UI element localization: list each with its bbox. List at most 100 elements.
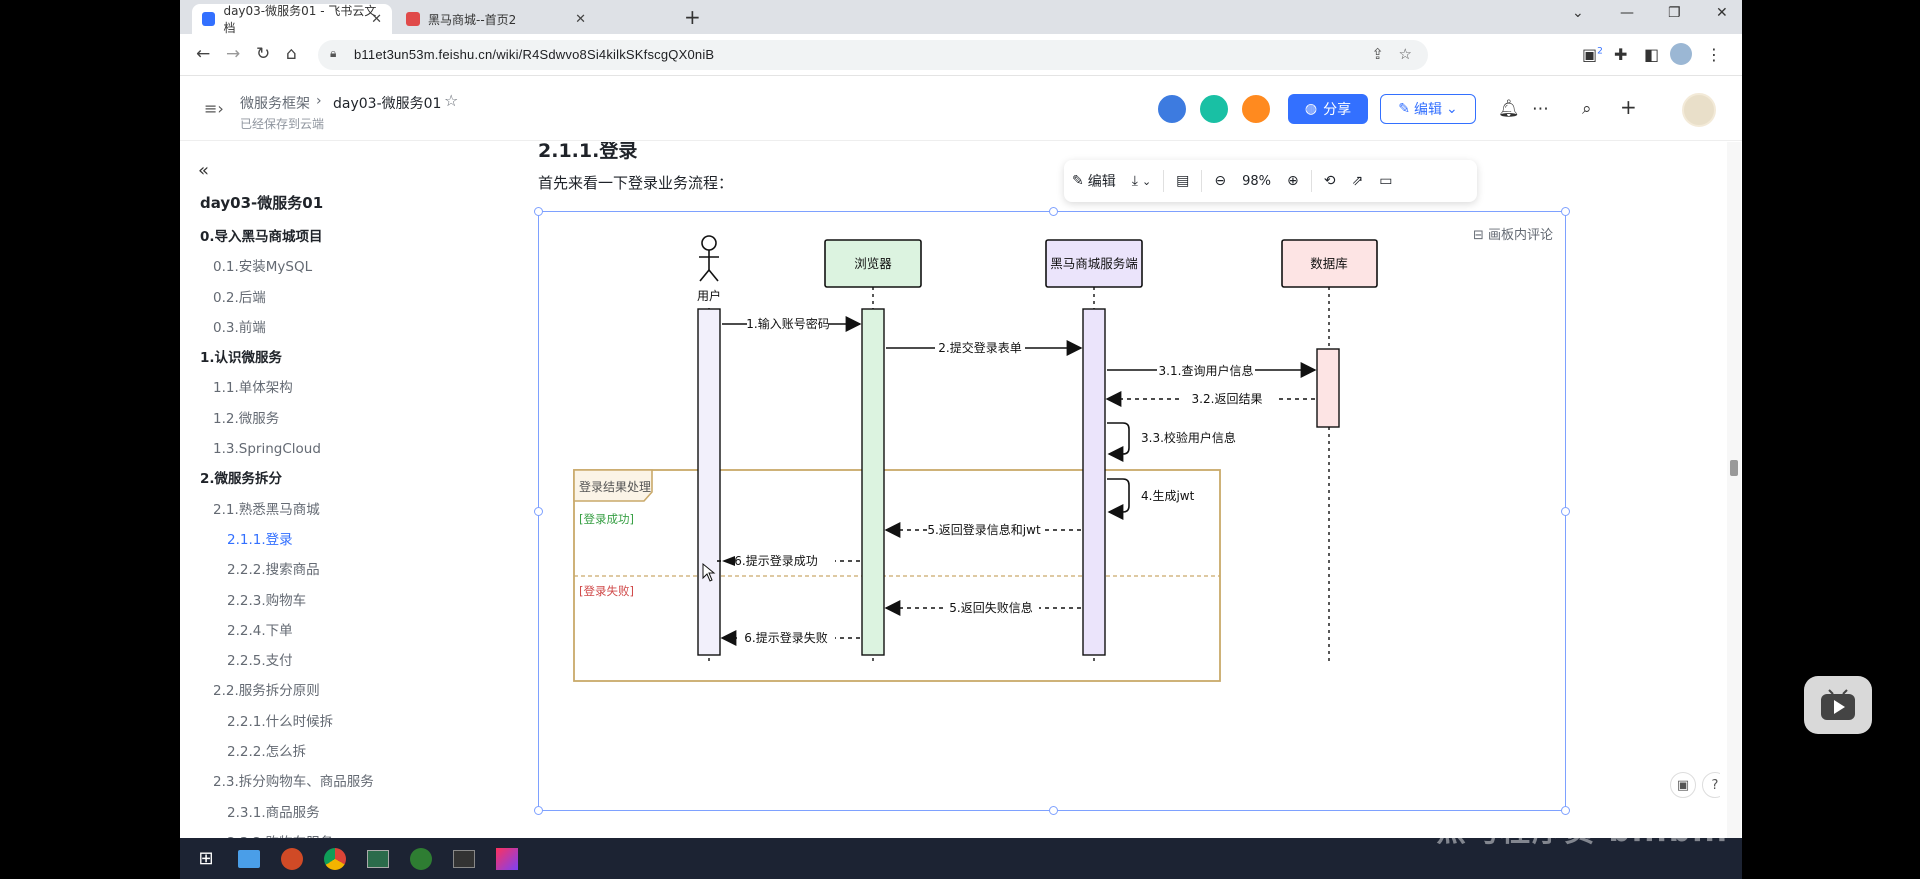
file-explorer-icon[interactable] [232, 844, 266, 874]
chevron-down-icon[interactable]: ⌄ [1572, 5, 1584, 21]
collapse-sidebar-icon[interactable]: « [198, 160, 209, 181]
home-icon[interactable]: ⌂ [286, 44, 297, 64]
toc-item[interactable]: 2.2.3.购物车 [180, 586, 520, 616]
tab-title: 黑马商城--首页2 [428, 12, 517, 27]
back-icon[interactable]: ← [196, 44, 210, 64]
actor-label: 用户 [697, 288, 721, 303]
kebab-menu-icon[interactable]: ⋮ [1706, 45, 1722, 64]
toc-item[interactable]: 2.2.2.怎么拆 [180, 737, 520, 767]
maximize-icon[interactable]: ❐ [1668, 5, 1681, 21]
favorite-star-icon[interactable]: ☆ [444, 91, 458, 110]
zoom-out-button[interactable]: ⊖ [1206, 173, 1234, 189]
video-play-button[interactable] [1804, 676, 1872, 734]
msg-label: 5.返回失败信息 [949, 600, 1032, 615]
edit-board-label: 编辑 [1087, 174, 1116, 190]
reload-icon[interactable]: ↻ [256, 44, 270, 64]
toc-item[interactable]: 0.2.后端 [180, 283, 520, 313]
sidepanel-icon[interactable]: ◧ [1644, 45, 1659, 64]
toc-item[interactable]: 0.导入黑马商城项目 [180, 222, 520, 252]
edit-board-button[interactable]: ✎ 编辑 [1064, 171, 1124, 191]
forward-icon[interactable]: → [226, 44, 240, 64]
breadcrumb-current[interactable]: day03-微服务01 [333, 93, 441, 113]
toc-item[interactable]: 1.2.微服务 [180, 404, 520, 434]
edit-mode-button[interactable]: ✎ 编辑 ⌄ [1380, 94, 1476, 124]
collaborator-avatar[interactable] [1198, 93, 1230, 125]
chevron-down-icon: ⌄ [1141, 174, 1152, 188]
bell-icon[interactable]: 🔔︎ [1498, 99, 1520, 119]
add-icon[interactable]: + [1620, 95, 1637, 119]
tab-feishu-doc[interactable]: day03-微服务01 - 飞书云文档 ✕ [192, 4, 392, 35]
browser-window: day03-微服务01 - 飞书云文档 ✕ 黑马商城--首页2 ✕ + ⌄ — … [180, 0, 1742, 838]
toc-item[interactable]: 2.3.拆分购物车、商品服务 [180, 767, 520, 797]
sidebar-doc-title[interactable]: day03-微服务01 [200, 192, 323, 213]
tab-heima-mall[interactable]: 黑马商城--首页2 ✕ [396, 4, 596, 34]
whiteboard[interactable]: ⊟ 画板内评论 用户 浏览器 黑马商城服务端 数据库 登录结果处理 [登录成功]… [534, 207, 1570, 815]
collaborator-avatar[interactable] [1156, 93, 1188, 125]
comment-button[interactable]: ▭ [1371, 173, 1400, 189]
toc-item[interactable]: 2.2.2.搜索商品 [180, 555, 520, 585]
toc-list: 0.导入黑马商城项目 0.1.安装MySQL 0.2.后端 0.3.前端 1.认识微服务… [180, 222, 520, 838]
close-tab-icon[interactable]: ✕ [371, 12, 382, 27]
toc-item[interactable]: 0.1.安装MySQL [180, 252, 520, 282]
close-tab-icon[interactable]: ✕ [575, 12, 586, 27]
share-board-button[interactable]: ⇗ [1344, 173, 1372, 189]
toc-item[interactable]: 0.3.前端 [180, 313, 520, 343]
zoom-in-button[interactable]: ⊕ [1279, 173, 1307, 189]
toc-item[interactable]: 2.2.服务拆分原则 [180, 676, 520, 706]
windows-start-icon[interactable]: ⊞ [189, 844, 223, 874]
toolbar-divider [1201, 170, 1203, 192]
msg-label: 3.2.返回结果 [1192, 392, 1263, 406]
section-heading: 2.1.1.登录 [538, 142, 638, 162]
toc-item[interactable]: 1.1.单体架构 [180, 373, 520, 403]
hs-app-icon[interactable] [404, 844, 438, 874]
help-button[interactable]: ? [1702, 772, 1720, 798]
toc-item[interactable]: 2.2.5.支付 [180, 646, 520, 676]
fit-button[interactable]: ⟲ [1316, 173, 1344, 189]
powerpoint-icon[interactable] [275, 844, 309, 874]
collaborator-avatar[interactable] [1240, 93, 1272, 125]
toc-item[interactable]: 2.3.1.商品服务 [180, 798, 520, 828]
breadcrumb-parent[interactable]: 微服务框架 [240, 93, 310, 113]
toc-item[interactable]: 2.1.1.登录 [180, 525, 520, 555]
toc-item[interactable]: 2.3.2.购物车服务 [180, 828, 520, 838]
zoom-level[interactable]: 98% [1234, 174, 1279, 189]
expand-menu-icon[interactable]: ≡› [204, 99, 224, 118]
edit-label: 编辑 [1414, 102, 1442, 118]
extension-icon[interactable]: ▣2 [1582, 45, 1603, 64]
url-bar[interactable]: 🔒︎ b11et3un53m.feishu.cn/wiki/R4Sdwvo8Si… [318, 40, 1428, 70]
breadcrumb-separator-icon: › [316, 93, 322, 109]
more-icon[interactable]: ⋯ [1532, 99, 1549, 119]
toc-item[interactable]: 2.2.1.什么时候拆 [180, 707, 520, 737]
play-icon [1821, 689, 1855, 720]
url-text: b11et3un53m.feishu.cn/wiki/R4Sdwvo8Si4ki… [354, 47, 715, 62]
chrome-icon[interactable] [318, 844, 352, 874]
participant-server: 黑马商城服务端 [1045, 239, 1143, 288]
msg-label: 3.3.校验用户信息 [1141, 430, 1236, 445]
search-icon[interactable]: ⌕ [1582, 99, 1592, 119]
toc-item[interactable]: 1.3.SpringCloud [180, 434, 520, 464]
note-button[interactable]: ▤ [1168, 173, 1197, 189]
share-page-icon[interactable]: ⇪ [1371, 45, 1384, 63]
puzzle-icon[interactable]: ✚ [1614, 45, 1627, 64]
outline-button[interactable]: ▣ [1670, 772, 1696, 798]
screenshot-tool-icon[interactable] [361, 844, 395, 874]
new-tab-icon[interactable]: + [684, 5, 701, 29]
scrollbar[interactable] [1727, 142, 1741, 838]
intellij-icon[interactable] [490, 844, 524, 874]
window-close-icon[interactable]: ✕ [1716, 5, 1728, 21]
share-button[interactable]: ◍ 分享 [1288, 94, 1368, 124]
scrollbar-thumb[interactable] [1730, 460, 1738, 476]
toc-item[interactable]: 2.2.4.下单 [180, 616, 520, 646]
toc-item[interactable]: 1.认识微服务 [180, 343, 520, 373]
toc-item[interactable]: 2.1.熟悉黑马商城 [180, 495, 520, 525]
minimize-icon[interactable]: — [1620, 5, 1634, 21]
self-msg-3-3 [1107, 422, 1130, 462]
profile-avatar[interactable] [1670, 43, 1692, 65]
terminal-icon[interactable] [447, 844, 481, 874]
msg-label: 6.提示登录失败 [744, 630, 827, 645]
toc-item[interactable]: 2.微服务拆分 [180, 464, 520, 494]
download-button[interactable]: ⤓ ⌄ [1124, 173, 1159, 189]
pencil-icon: ✎ [1072, 173, 1084, 189]
user-avatar[interactable] [1682, 93, 1716, 127]
bookmark-star-icon[interactable]: ☆ [1399, 45, 1412, 63]
